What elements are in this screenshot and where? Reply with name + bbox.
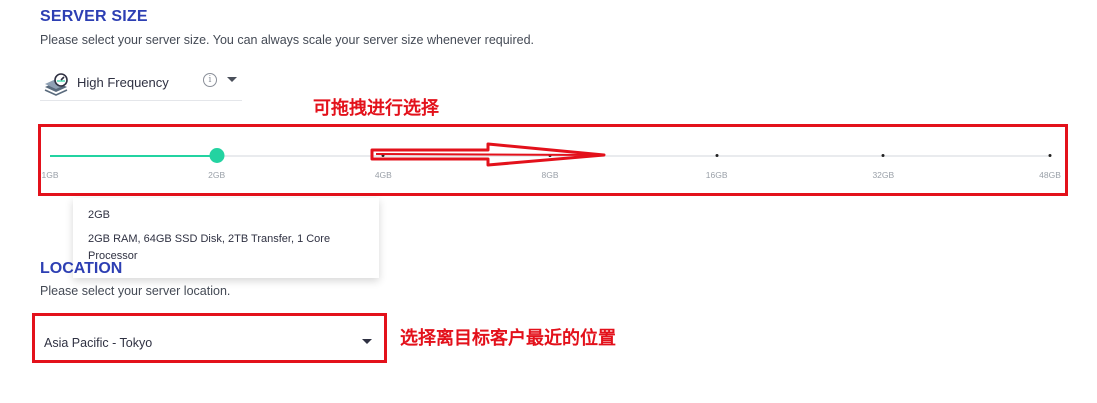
- slider-tick[interactable]: [715, 154, 719, 157]
- slider-tick[interactable]: [1048, 154, 1052, 157]
- drag-arrow-icon: [370, 142, 606, 167]
- server-size-subtitle: Please select your server size. You can …: [40, 33, 534, 47]
- slider-tick-label[interactable]: 48GB: [1039, 170, 1061, 180]
- plan-type-dropdown[interactable]: High Frequency i: [40, 68, 242, 101]
- slider-tick-label[interactable]: 2GB: [208, 170, 225, 180]
- chevron-down-icon[interactable]: [362, 339, 372, 344]
- location-hint-annotation: 选择离目标客户最近的位置: [400, 328, 616, 349]
- slider-tick-label[interactable]: 1GB: [41, 170, 58, 180]
- location-title: LOCATION: [40, 260, 123, 277]
- slider-track-fill: [50, 155, 217, 157]
- slider-tick-label[interactable]: 8GB: [541, 170, 558, 180]
- location-subtitle: Please select your server location.: [40, 284, 231, 298]
- tooltip-plan-name: 2GB: [88, 209, 111, 221]
- info-icon[interactable]: i: [203, 73, 217, 87]
- slider-tick[interactable]: [881, 154, 885, 157]
- plan-type-label: High Frequency: [77, 75, 169, 90]
- stack-speed-icon: [44, 73, 68, 96]
- location-value: Asia Pacific - Tokyo: [44, 336, 153, 350]
- server-size-title: SERVER SIZE: [40, 8, 148, 25]
- slider-thumb[interactable]: [209, 148, 225, 163]
- slider-tick-label[interactable]: 16GB: [706, 170, 728, 180]
- drag-hint-annotation: 可拖拽进行选择: [313, 98, 439, 119]
- chevron-down-icon[interactable]: [227, 77, 237, 82]
- slider-tick-label[interactable]: 32GB: [872, 170, 894, 180]
- tooltip-plan-description: 2GB RAM, 64GB SSD Disk, 2TB Transfer, 1 …: [88, 233, 331, 262]
- slider-tick-label[interactable]: 4GB: [375, 170, 392, 180]
